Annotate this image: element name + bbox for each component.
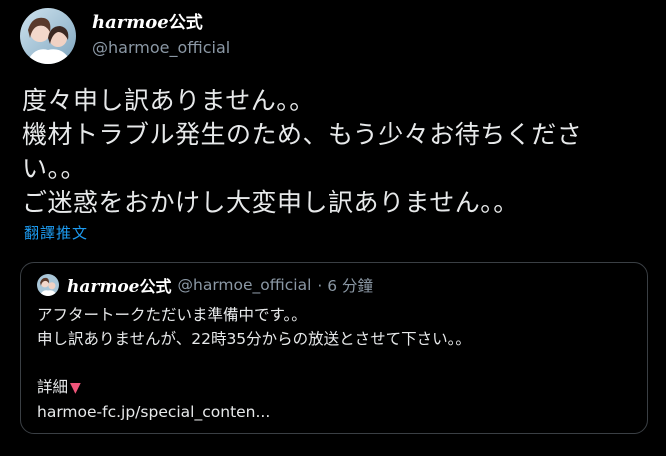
tweet-text: 度々申し訳ありません。。 機材トラブル発生のため、もう少々お待ちくださ い。。 …: [22, 84, 652, 220]
avatar[interactable]: [20, 8, 76, 64]
author-suffix: 公式: [168, 13, 203, 33]
details-row: 詳細 ▼: [37, 375, 471, 400]
author-handle[interactable]: @harmoe_official: [92, 36, 230, 60]
quoted-avatar: [37, 274, 59, 296]
translate-tweet-link[interactable]: 翻譯推文: [24, 222, 88, 243]
quoted-suffix: 公式: [139, 277, 172, 296]
tweet-line: ご迷惑をおかけし大変申し訳ありません。。: [22, 188, 519, 217]
quoted-link[interactable]: harmoe-fc.jp/special_conten...: [37, 400, 471, 424]
tweet-line: 機材トラブル発生のため、もう少々お待ちくださ: [22, 120, 583, 149]
quoted-timestamp: · 6 分鐘: [317, 277, 374, 295]
tweet-line: 度々申し訳ありません。。: [22, 86, 315, 115]
author-display-name[interactable]: harmoe 公式: [92, 12, 230, 34]
quoted-tweet-header: harmoe公式 @harmoe_official · 6 分鐘: [37, 273, 373, 297]
quoted-tweet-body: アフタートークただいま準備中です。。 申し訳ありませんが、22時35分からの放送…: [37, 303, 471, 424]
details-label: 詳細: [37, 378, 69, 396]
quoted-brand: harmoe: [67, 277, 140, 297]
quoted-tweet-card[interactable]: harmoe公式 @harmoe_official · 6 分鐘 アフタートーク…: [20, 262, 648, 434]
down-triangle-icon: ▼: [70, 380, 81, 396]
tweet-header: harmoe 公式 @harmoe_official: [20, 8, 230, 64]
tweet-line: い。。: [22, 154, 87, 183]
quoted-line: アフタートークただいま準備中です。。: [37, 306, 307, 324]
quoted-display-name: harmoe公式: [67, 273, 172, 297]
author-brand: harmoe: [92, 12, 169, 33]
quoted-handle: @harmoe_official: [177, 276, 312, 294]
quoted-line: 申し訳ありませんが、22時35分からの放送とさせて下さい。。: [37, 330, 471, 348]
